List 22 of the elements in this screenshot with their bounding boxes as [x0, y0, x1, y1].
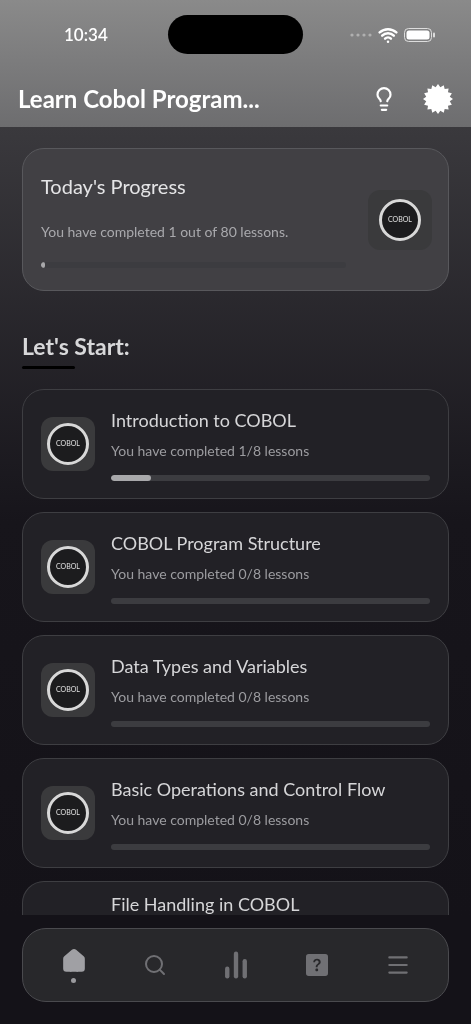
course-title: COBOL Program Structure: [111, 530, 322, 556]
battery-icon: [404, 28, 435, 42]
progress-text: You have completed 1 out of 80 lessons.: [41, 222, 290, 242]
section-title: Let's Start:: [22, 331, 131, 362]
course-card[interactable]: File Handling in COBOL: [22, 880, 449, 915]
course-title: Data Types and Variables: [111, 653, 309, 679]
card-title: Today's Progress: [41, 173, 187, 200]
home-icon[interactable]: [60, 947, 87, 974]
signal-icon: [350, 33, 372, 37]
course-title: Introduction to COBOL: [111, 407, 297, 433]
app-title: Learn Cobol Program...: [18, 82, 261, 115]
badge-icon[interactable]: [423, 83, 453, 114]
course-title: File Handling in COBOL: [111, 893, 300, 915]
status-time: 10:34: [64, 23, 108, 48]
course-title: Basic Operations and Control Flow: [111, 776, 387, 802]
course-progress-text: You have completed 0/8 lessons: [111, 809, 311, 830]
course-progress-text: You have completed 1/8 lessons: [111, 440, 311, 461]
search-icon[interactable]: [142, 953, 167, 977]
wifi-icon: [378, 25, 398, 45]
course-progress-text: You have completed 0/8 lessons: [111, 563, 311, 584]
question-icon[interactable]: [305, 954, 328, 976]
course-progress-text: You have completed 0/8 lessons: [111, 686, 311, 707]
